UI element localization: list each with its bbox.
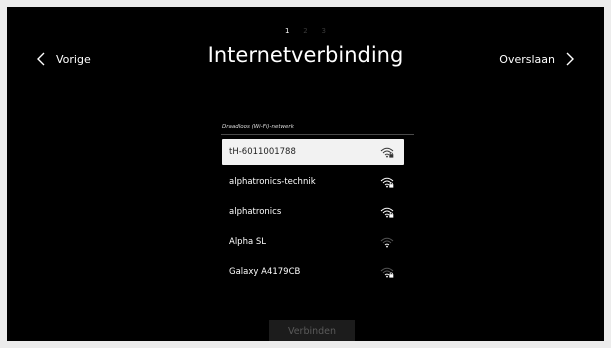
chevron-right-icon	[566, 52, 574, 66]
wifi-network-item[interactable]: alphatronics	[222, 199, 404, 225]
wifi-network-list: tH-6011001788 alphatronics-technik alphatr…	[222, 139, 404, 289]
skip-button[interactable]: Overslaan	[499, 45, 574, 73]
skip-label: Overslaan	[499, 52, 555, 66]
section-divider	[221, 134, 414, 135]
wifi-network-item[interactable]: Alpha SL	[222, 229, 404, 255]
connect-button[interactable]: Verbinden	[269, 320, 355, 341]
wifi-network-name: Galaxy A4179CB	[229, 267, 301, 277]
wifi-network-item[interactable]: alphatronics-technik	[222, 169, 404, 195]
wifi-network-name: Alpha SL	[229, 237, 267, 247]
wifi-network-item[interactable]: tH-6011001788	[222, 139, 404, 165]
wifi-locked-icon	[380, 146, 394, 158]
connect-label: Verbinden	[287, 325, 337, 337]
wifi-network-item[interactable]: Galaxy A4179CB	[222, 259, 404, 285]
wifi-network-name: alphatronics-technik	[229, 177, 316, 187]
step-indicator: 1 2 3	[7, 27, 604, 35]
step-1: 1	[285, 27, 290, 35]
wifi-locked-icon	[380, 266, 394, 278]
wifi-network-name: tH-6011001788	[229, 147, 296, 157]
step-2: 2	[303, 27, 308, 35]
wifi-locked-icon	[380, 206, 394, 218]
wifi-locked-icon	[380, 176, 394, 188]
wifi-icon	[380, 236, 394, 248]
step-3: 3	[321, 27, 326, 35]
tv-setup-screen: 1 2 3 Vorige Internetverbinding Overslaa…	[7, 7, 604, 341]
wifi-section-label: Draadloos (Wi-Fi)-netwerk	[222, 124, 294, 130]
wifi-network-name: alphatronics	[229, 207, 282, 217]
